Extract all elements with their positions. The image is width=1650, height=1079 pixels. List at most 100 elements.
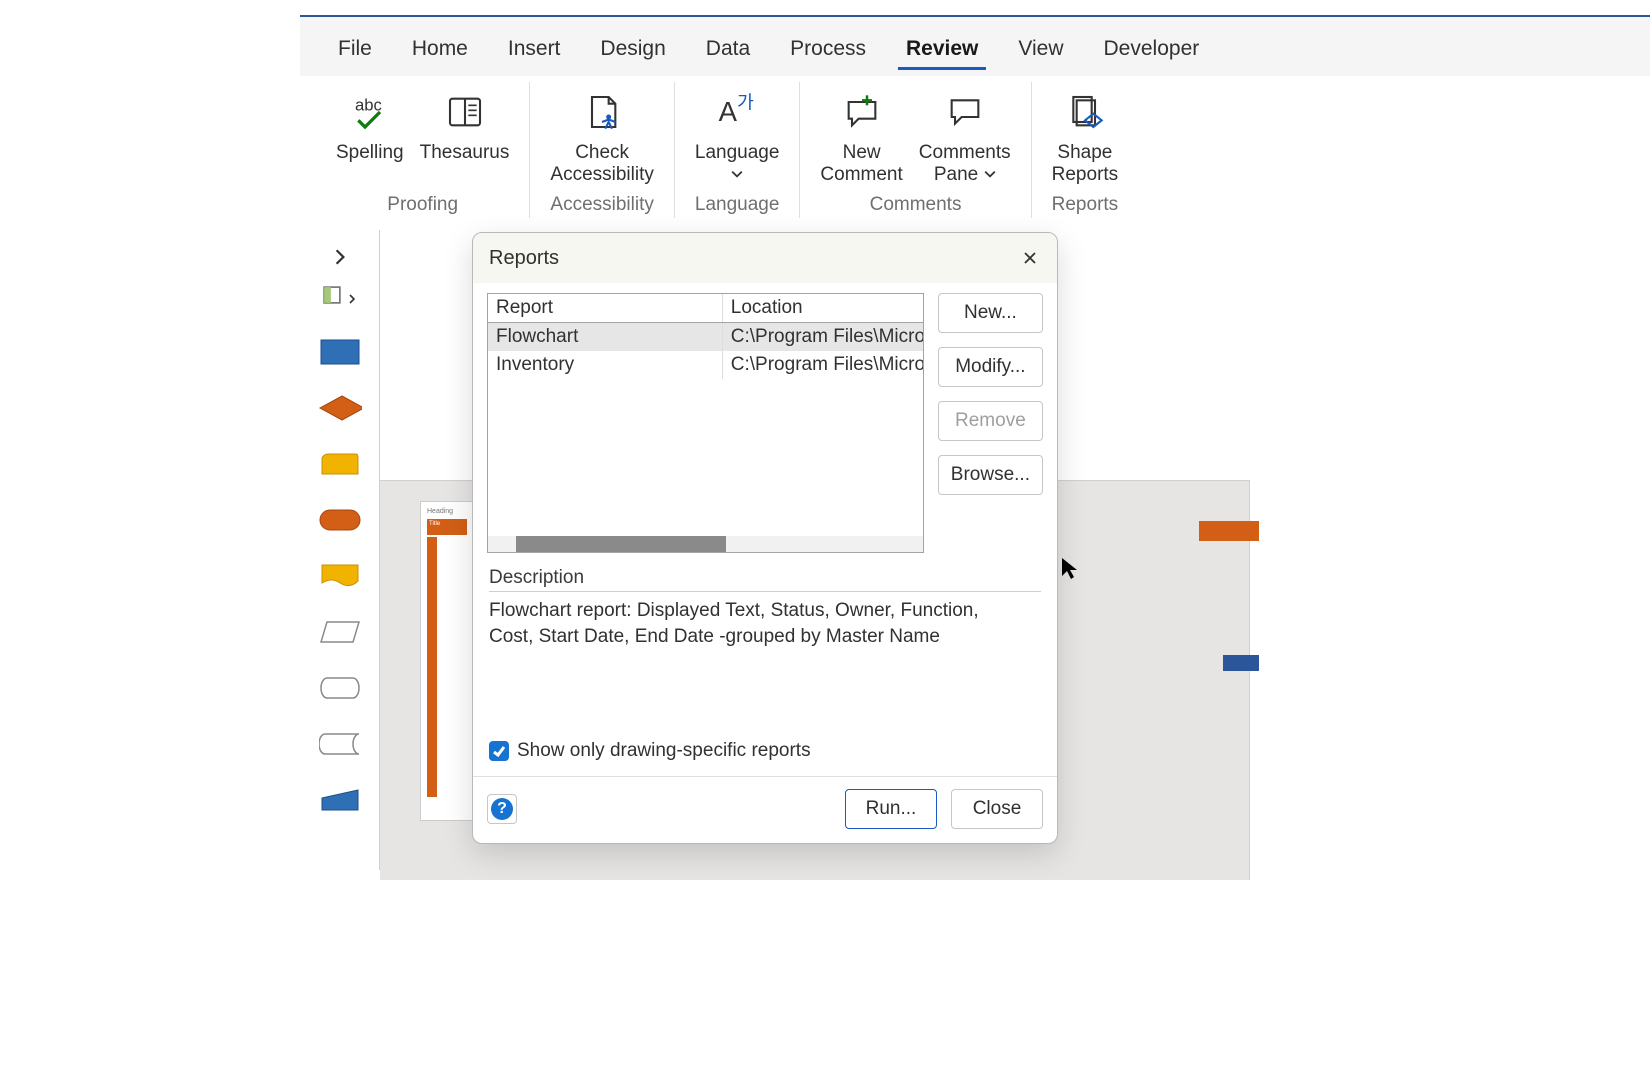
cell-location: C:\Program Files\Microsoft (723, 351, 923, 379)
spelling-label: Spelling (336, 142, 404, 164)
shape-document[interactable] (318, 562, 362, 590)
ribbon-group-proofing: abc Spelling (316, 82, 530, 218)
thesaurus-button[interactable]: Thesaurus (412, 82, 518, 192)
check-icon (492, 744, 506, 758)
tab-process[interactable]: Process (782, 31, 874, 70)
group-label-comments: Comments (870, 192, 962, 218)
show-only-checkbox[interactable] (489, 741, 509, 761)
run-button[interactable]: Run... (845, 789, 937, 829)
dialog-titlebar[interactable]: Reports (473, 233, 1057, 283)
table-row[interactable]: InventoryC:\Program Files\Microsoft (488, 351, 923, 379)
ribbon-group-language: A 가 Language Language (675, 82, 801, 218)
tab-view[interactable]: View (1010, 31, 1071, 70)
tab-home[interactable]: Home (404, 31, 476, 70)
language-label: Language (695, 142, 780, 186)
col-header-location[interactable]: Location (723, 294, 923, 322)
check-accessibility-button[interactable]: Check Accessibility (542, 82, 661, 192)
shape-reports-label: Shape Reports (1052, 142, 1119, 186)
new-button[interactable]: New... (938, 293, 1043, 333)
stencil-icon (323, 286, 341, 310)
browse-button[interactable]: Browse... (938, 455, 1043, 495)
chevron-down-icon (731, 164, 743, 186)
comments-pane-label: Comments Pane (919, 142, 1011, 186)
ribbon-group-reports: Shape Reports Reports (1032, 82, 1139, 218)
group-label-reports: Reports (1052, 192, 1119, 218)
group-label-language: Language (695, 192, 780, 218)
language-button[interactable]: A 가 Language (687, 82, 788, 192)
canvas-heading: Heading (427, 508, 467, 515)
svg-text:가: 가 (737, 91, 754, 112)
chevron-down-icon (984, 164, 996, 186)
tab-design[interactable]: Design (592, 31, 673, 70)
shape-reports-icon (1061, 88, 1109, 136)
scrollbar-thumb[interactable] (516, 536, 726, 552)
canvas-document[interactable]: Heading Title (420, 501, 474, 821)
cell-report: Flowchart (488, 323, 723, 351)
group-label-accessibility: Accessibility (550, 192, 653, 218)
col-header-report[interactable]: Report (488, 294, 723, 322)
remove-button: Remove (938, 401, 1043, 441)
group-label-proofing: Proofing (387, 192, 458, 218)
spelling-icon: abc (346, 88, 394, 136)
description-text: Flowchart report: Displayed Text, Status… (489, 598, 1041, 728)
ribbon-group-comments: New Comment Comments Pane Comments (800, 82, 1031, 218)
table-header: Report Location (488, 294, 923, 323)
description-section: Description Flowchart report: Displayed … (473, 563, 1057, 732)
help-icon: ? (491, 798, 513, 820)
check-accessibility-label: Check Accessibility (550, 142, 653, 186)
canvas-title: Title (427, 519, 467, 535)
svg-text:abc: abc (355, 95, 382, 114)
shape-reports-button[interactable]: Shape Reports (1044, 82, 1127, 192)
ribbon-group-accessibility: Check Accessibility Accessibility (530, 82, 674, 218)
close-icon (1023, 251, 1037, 265)
shape-decision[interactable] (318, 394, 362, 422)
show-only-row: Show only drawing-specific reports (473, 732, 1057, 776)
tab-developer[interactable]: Developer (1096, 31, 1208, 70)
new-comment-button[interactable]: New Comment (812, 82, 910, 192)
modify-button[interactable]: Modify... (938, 347, 1043, 387)
spelling-button[interactable]: abc Spelling (328, 82, 412, 192)
cell-report: Inventory (488, 351, 723, 379)
show-only-label[interactable]: Show only drawing-specific reports (517, 740, 811, 762)
cell-location: C:\Program Files\Microsoft (723, 323, 923, 351)
new-comment-icon (838, 88, 886, 136)
shapes-stencil-toggle[interactable] (300, 280, 379, 326)
tab-file[interactable]: File (330, 31, 380, 70)
new-comment-label: New Comment (820, 142, 902, 186)
shape-manual-input[interactable] (318, 786, 362, 814)
thesaurus-label: Thesaurus (420, 142, 510, 164)
shape-data[interactable] (318, 618, 362, 646)
shape-external-data[interactable] (318, 730, 362, 758)
tab-review[interactable]: Review (898, 31, 986, 70)
dialog-title-text: Reports (489, 247, 559, 270)
accessibility-icon (578, 88, 626, 136)
chevron-right-icon (347, 287, 357, 310)
canvas-shape-right (1199, 521, 1259, 541)
shape-list (300, 326, 379, 826)
canvas-shape-blue (1223, 655, 1259, 671)
ribbon-tabs: File Home Insert Design Data Process Rev… (300, 17, 1650, 76)
close-button[interactable] (1015, 243, 1045, 273)
shapes-panel-expand[interactable] (300, 240, 379, 280)
comments-pane-icon (941, 88, 989, 136)
shape-process[interactable] (318, 338, 362, 366)
close-button-footer[interactable]: Close (951, 789, 1043, 829)
ribbon: abc Spelling (306, 76, 1650, 222)
svg-text:A: A (719, 96, 738, 127)
shape-terminator[interactable] (318, 506, 362, 534)
language-icon: A 가 (713, 88, 761, 136)
table-row[interactable]: FlowchartC:\Program Files\Microsoft (488, 323, 923, 351)
tab-insert[interactable]: Insert (500, 31, 569, 70)
comments-pane-button[interactable]: Comments Pane (911, 82, 1019, 192)
description-label: Description (489, 565, 1041, 592)
tab-data[interactable]: Data (698, 31, 758, 70)
shape-database[interactable] (318, 674, 362, 702)
shapes-panel (300, 230, 380, 870)
shape-subprocess[interactable] (318, 450, 362, 478)
reports-table: Report Location FlowchartC:\Program File… (487, 293, 924, 553)
help-button[interactable]: ? (487, 794, 517, 824)
horizontal-scrollbar[interactable] (488, 536, 923, 552)
thesaurus-icon (441, 88, 489, 136)
app-window: File Home Insert Design Data Process Rev… (300, 15, 1650, 222)
reports-dialog: Reports Report Location FlowchartC:\Prog… (472, 232, 1058, 844)
